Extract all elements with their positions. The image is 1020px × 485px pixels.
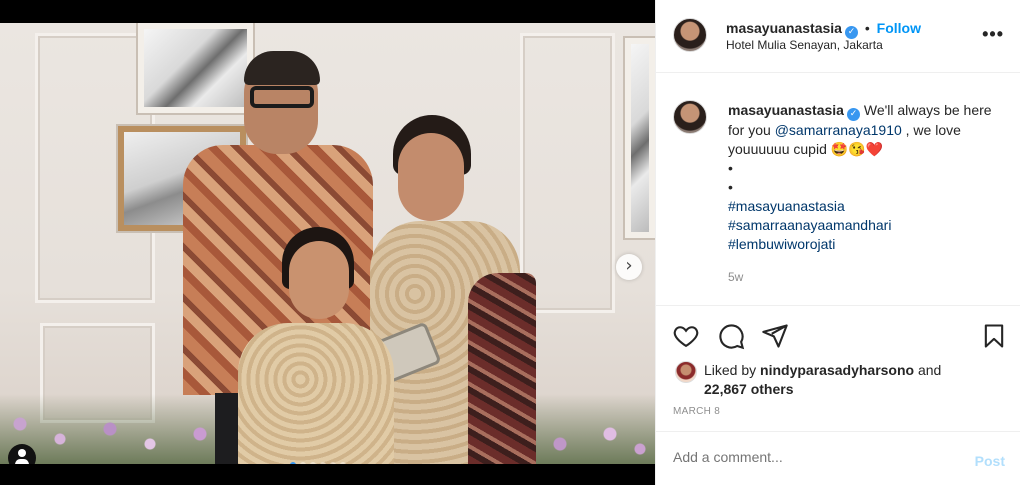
comment-input[interactable] xyxy=(673,449,953,465)
hashtag-link[interactable]: #lembuwiworojati xyxy=(728,235,998,254)
person-woman-head xyxy=(398,133,464,221)
carousel-dot xyxy=(310,462,316,464)
carousel-dot xyxy=(320,462,326,464)
chevron-right-icon[interactable]: › xyxy=(616,254,642,280)
verified-badge-icon: ✓ xyxy=(846,108,860,121)
action-bar xyxy=(656,307,1020,365)
caption-time: 5w xyxy=(728,270,744,284)
hashtag-link[interactable]: #samarraanayaamandhari xyxy=(728,216,998,235)
carousel-dot xyxy=(330,462,336,464)
carousel-dot xyxy=(290,462,296,464)
emoji: 🤩😘❤️ xyxy=(830,141,884,157)
share-icon[interactable] xyxy=(761,322,789,350)
user-tag-icon[interactable] xyxy=(8,444,36,464)
comment-form: Post xyxy=(656,431,1020,485)
caption-username[interactable]: masayuanastasia xyxy=(728,102,844,118)
heart-icon[interactable] xyxy=(672,322,700,350)
follow-button[interactable]: Follow xyxy=(877,20,921,36)
person-girl xyxy=(238,323,394,464)
caption: masayuanastasia ✓ We'll always be here fo… xyxy=(728,101,998,254)
carousel-dot xyxy=(340,462,346,464)
post-header: masayuanastasia ✓ • Follow Hotel Mulia Se… xyxy=(656,0,1020,73)
photo-pane: › xyxy=(0,0,655,485)
caption-bullet: • xyxy=(728,160,733,176)
likes-count[interactable]: 22,867 others xyxy=(704,381,794,397)
bookmark-icon[interactable] xyxy=(980,322,1008,350)
post-sidebar: masayuanastasia ✓ • Follow Hotel Mulia Se… xyxy=(655,0,1020,485)
liker-username[interactable]: nindyparasadyharsono xyxy=(760,362,914,378)
header-name-row: masayuanastasia ✓ • Follow xyxy=(726,20,921,39)
post-date[interactable]: MARCH 8 xyxy=(673,406,720,417)
mention-link[interactable]: @samarranaya1910 xyxy=(775,122,902,138)
carousel-indicator xyxy=(290,462,346,464)
header-username[interactable]: masayuanastasia xyxy=(726,20,842,36)
glasses xyxy=(250,86,314,108)
likes-and: and xyxy=(914,362,942,378)
post-button[interactable]: Post xyxy=(975,453,1005,469)
location-link[interactable]: Hotel Mulia Senayan, Jakarta xyxy=(726,38,883,52)
comments-section: masayuanastasia ✓ We'll always be here fo… xyxy=(656,73,1020,306)
shawl xyxy=(468,273,536,464)
post-photo[interactable]: › xyxy=(0,23,655,464)
caption-bullet: • xyxy=(728,179,733,195)
framed-photo xyxy=(138,23,253,113)
hashtag-link[interactable]: #masayuanastasia xyxy=(728,197,998,216)
framed-photo xyxy=(625,38,655,238)
comment-icon[interactable] xyxy=(717,322,745,350)
liker-avatar[interactable] xyxy=(675,361,697,383)
avatar[interactable] xyxy=(673,18,707,52)
more-options-icon[interactable]: ••• xyxy=(982,25,1004,43)
wall-panel xyxy=(520,33,615,313)
likes-prefix: Liked by xyxy=(704,362,761,378)
separator: • xyxy=(860,20,874,36)
carousel-dot xyxy=(300,462,306,464)
likes-summary: Liked by nindyparasadyharsono and 22,867… xyxy=(704,361,1004,399)
person-man-hair xyxy=(244,51,320,85)
caption-avatar[interactable] xyxy=(673,100,707,134)
person-girl-head xyxy=(289,241,349,319)
